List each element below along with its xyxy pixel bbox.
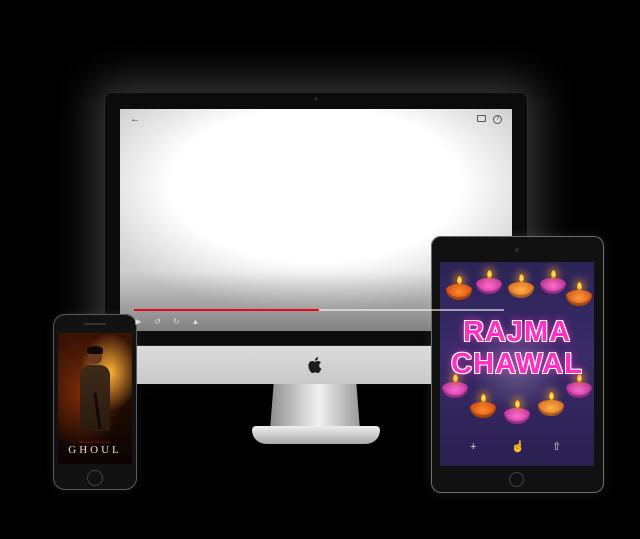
flame-decoration: [457, 276, 462, 284]
video-progress-fill: [134, 309, 319, 311]
phone-poster[interactable]: NETFLIX ORIGINAL GHOUL: [58, 333, 132, 464]
help-icon[interactable]: ?: [493, 115, 502, 124]
flame-decoration: [515, 400, 520, 408]
diya-decoration: [442, 382, 468, 398]
diya-decoration: [504, 408, 530, 424]
tablet-home-button[interactable]: [509, 472, 524, 487]
forward-10-icon[interactable]: ↻: [172, 317, 181, 326]
flame-decoration: [519, 274, 524, 282]
rewind-10-icon[interactable]: ↺: [153, 317, 162, 326]
diya-decoration: [476, 278, 502, 294]
arrow-left-icon[interactable]: ←: [130, 115, 140, 125]
share-icon[interactable]: ⇧: [552, 440, 561, 454]
flame-decoration: [577, 282, 582, 290]
cast-icon[interactable]: [477, 115, 486, 122]
poster-title-line-2: CHAWAL: [451, 348, 583, 380]
volume-icon[interactable]: ▲: [191, 317, 200, 326]
imac-stand-foot: [252, 426, 380, 444]
diya-decoration: [508, 282, 534, 298]
diya-decoration: [566, 382, 592, 398]
diya-decoration: [470, 402, 496, 418]
flame-decoration: [549, 392, 554, 400]
flame-decoration: [551, 270, 556, 278]
player-controls: ▶ ↺ ↻ ▲: [134, 317, 200, 326]
poster-figure: [80, 346, 110, 431]
flame-decoration: [487, 270, 492, 278]
imac-camera: [314, 97, 318, 101]
poster-title: GHOUL: [68, 444, 122, 456]
video-progress-bar[interactable]: [134, 309, 504, 311]
phone-speaker: [84, 323, 106, 325]
plus-icon[interactable]: +: [470, 440, 476, 454]
play-icon[interactable]: ▶: [134, 317, 143, 326]
phone-home-button[interactable]: [87, 470, 103, 486]
tablet-action-bar: + ☝ ⇧: [440, 440, 594, 456]
diya-decoration: [566, 290, 592, 306]
poster-title-line-1: RAJMA: [462, 316, 572, 348]
diya-decoration: [540, 278, 566, 294]
thumbs-up-icon[interactable]: ☝: [511, 440, 525, 454]
diya-decoration: [446, 284, 472, 300]
tablet-poster[interactable]: RAJMA CHAWAL + ☝ ⇧: [440, 262, 594, 466]
tablet-camera: [515, 248, 519, 252]
diya-decoration: [538, 400, 564, 416]
apple-logo: [308, 357, 322, 374]
imac-stand-neck: [270, 384, 360, 430]
flame-decoration: [481, 394, 486, 402]
